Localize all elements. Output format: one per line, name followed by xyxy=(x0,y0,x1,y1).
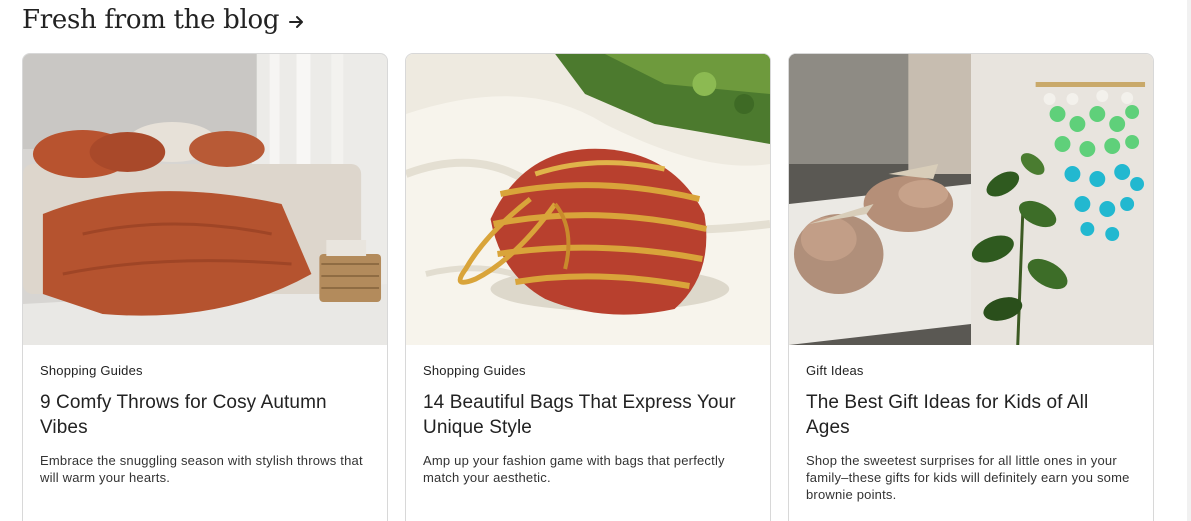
card-image-bag[interactable] xyxy=(406,54,770,345)
section-title: Fresh from the blog xyxy=(22,5,280,35)
card-image-gifts[interactable] xyxy=(789,54,1153,345)
arrow-right-icon xyxy=(289,16,304,28)
blog-header-link[interactable]: Fresh from the blog xyxy=(22,2,305,38)
card-title[interactable]: 14 Beautiful Bags That Express Your Uniq… xyxy=(423,390,753,440)
card-description: Shop the sweetest surprises for all litt… xyxy=(806,453,1130,502)
blog-card-throws[interactable]: Shopping Guides 9 Comfy Throws for Cosy … xyxy=(22,53,388,521)
blog-card-gifts[interactable]: Gift Ideas The Best Gift Ideas for Kids … xyxy=(788,53,1154,521)
card-category: Shopping Guides xyxy=(40,363,143,378)
card-body: Shopping Guides 9 Comfy Throws for Cosy … xyxy=(23,345,387,486)
card-description: Amp up your fashion game with bags that … xyxy=(423,453,725,485)
card-body: Gift Ideas The Best Gift Ideas for Kids … xyxy=(789,345,1153,503)
page-scrollbar[interactable] xyxy=(1187,0,1191,521)
card-image-bedroom[interactable] xyxy=(23,54,387,345)
blog-section: Fresh from the blog Shopping Guides 9 Co… xyxy=(0,0,1191,521)
card-title[interactable]: The Best Gift Ideas for Kids of All Ages xyxy=(806,390,1136,440)
card-description: Embrace the snuggling season with stylis… xyxy=(40,453,363,485)
blog-card-list: Shopping Guides 9 Comfy Throws for Cosy … xyxy=(22,53,1154,521)
blog-card-bags[interactable]: Shopping Guides 14 Beautiful Bags That E… xyxy=(405,53,771,521)
card-body: Shopping Guides 14 Beautiful Bags That E… xyxy=(406,345,770,486)
card-category: Gift Ideas xyxy=(806,363,864,378)
card-title[interactable]: 9 Comfy Throws for Cosy Autumn Vibes xyxy=(40,390,370,440)
card-category: Shopping Guides xyxy=(423,363,526,378)
